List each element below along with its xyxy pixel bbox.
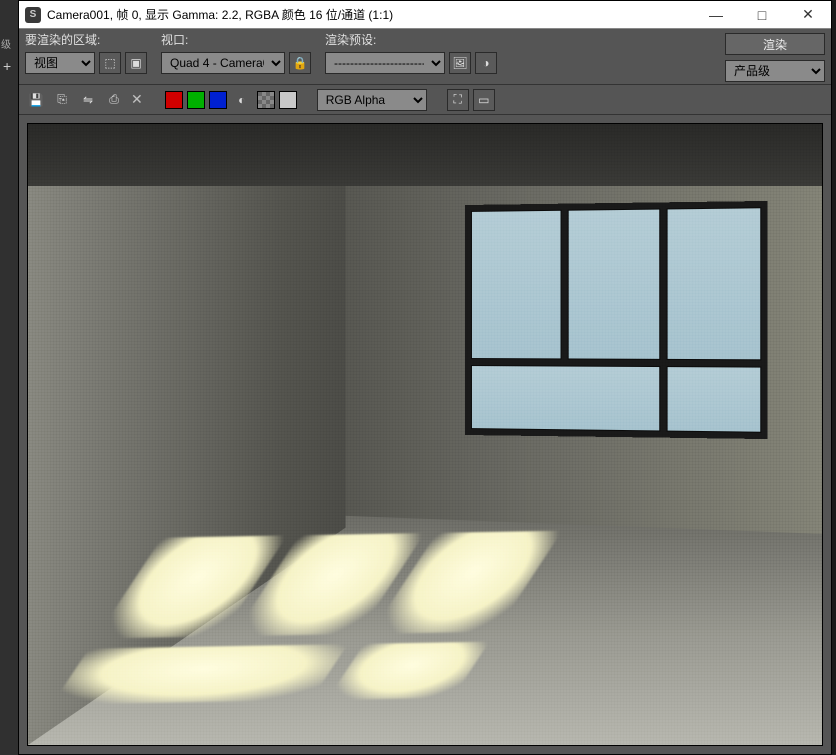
preset-label: 渲染预设: <box>325 31 497 47</box>
window-pane <box>471 364 660 431</box>
fit-icon[interactable]: ⛶ <box>447 89 469 111</box>
print-icon[interactable]: ⎙ <box>103 89 125 111</box>
production-select[interactable]: 产品级 <box>725 60 825 82</box>
area-group: 要渲染的区域: 视图 ⬚ ▣ <box>25 31 147 75</box>
window-pane <box>666 207 761 360</box>
clone-icon[interactable]: ⇋ <box>77 89 99 111</box>
contrast-icon[interactable]: ◐ <box>231 89 253 111</box>
scene-window <box>465 201 767 439</box>
main-toolbar: 要渲染的区域: 视图 ⬚ ▣ 视口: Quad 4 - Camera0 🔒 渲染… <box>19 29 831 85</box>
actual-size-icon[interactable]: ▭ <box>473 89 495 111</box>
app-icon: S <box>25 7 41 23</box>
lock-icon[interactable]: 🔒 <box>289 52 311 74</box>
render-group: 渲染 产品级 <box>725 31 825 83</box>
render-viewport[interactable] <box>27 123 823 746</box>
bg-plus-icon: + <box>3 58 11 74</box>
red-channel-swatch[interactable] <box>165 91 183 109</box>
rendered-image <box>28 124 822 745</box>
preset-group: 渲染预设: ----------------------- 🖼 ◑ <box>325 31 497 75</box>
area-label: 要渲染的区域: <box>25 31 147 47</box>
area-select[interactable]: 视图 <box>25 52 95 74</box>
maximize-button[interactable]: □ <box>739 1 785 28</box>
window-title: Camera001, 帧 0, 显示 Gamma: 2.2, RGBA 颜色 1… <box>47 6 693 23</box>
viewport-label: 视口: <box>161 31 311 47</box>
background-app-sliver: 级 + <box>0 0 18 755</box>
window-pane <box>666 365 761 432</box>
preset-env-icon[interactable]: ◑ <box>475 52 497 74</box>
titlebar: S Camera001, 帧 0, 显示 Gamma: 2.2, RGBA 颜色… <box>19 1 831 29</box>
render-button[interactable]: 渲染 <box>725 33 825 55</box>
clear-icon[interactable]: ✕ <box>129 91 145 108</box>
preset-select[interactable]: ----------------------- <box>325 52 445 74</box>
region-crop-icon[interactable]: ▣ <box>125 52 147 74</box>
save-icon[interactable]: 💾 <box>25 89 47 111</box>
viewport-frame <box>19 115 831 754</box>
mono-channel-swatch[interactable] <box>279 91 297 109</box>
region-window-icon[interactable]: ⬚ <box>99 52 121 74</box>
channel-select[interactable]: RGB Alpha <box>317 89 427 111</box>
green-channel-swatch[interactable] <box>187 91 205 109</box>
window-pane <box>567 208 660 359</box>
close-button[interactable]: ✕ <box>785 1 831 28</box>
image-toolbar: 💾 ⎘ ⇋ ⎙ ✕ ◐ RGB Alpha ⛶ ▭ <box>19 85 831 115</box>
blue-channel-swatch[interactable] <box>209 91 227 109</box>
window-pane <box>471 209 561 358</box>
viewport-group: 视口: Quad 4 - Camera0 🔒 <box>161 31 311 75</box>
viewport-select[interactable]: Quad 4 - Camera0 <box>161 52 285 74</box>
bg-text: 级 <box>1 36 11 51</box>
preset-image-icon[interactable]: 🖼 <box>449 52 471 74</box>
render-frame-window: S Camera001, 帧 0, 显示 Gamma: 2.2, RGBA 颜色… <box>18 0 832 755</box>
copy-icon[interactable]: ⎘ <box>51 89 73 111</box>
scene-ceiling <box>28 124 822 186</box>
minimize-button[interactable]: — <box>693 1 739 28</box>
alpha-channel-swatch[interactable] <box>257 91 275 109</box>
